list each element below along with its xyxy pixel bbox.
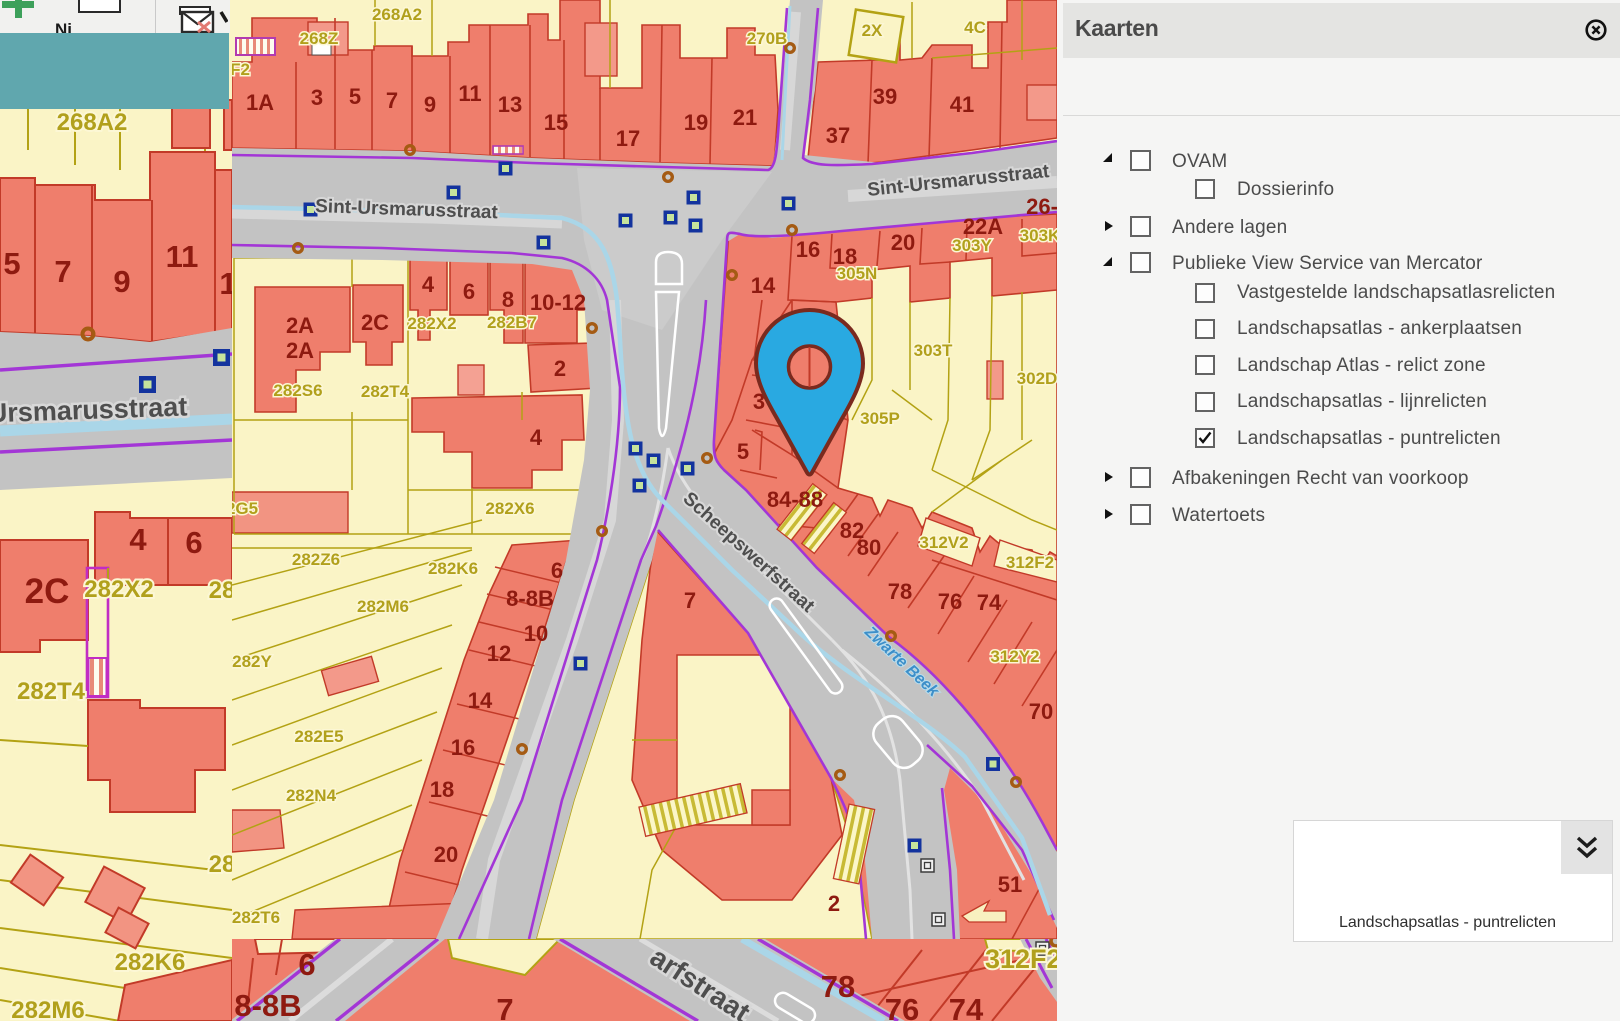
svg-text:282B7: 282B7	[487, 313, 537, 332]
svg-text:11: 11	[458, 81, 481, 106]
svg-text:6: 6	[185, 525, 202, 560]
svg-text:303Y: 303Y	[952, 236, 992, 255]
svg-text:305N: 305N	[837, 264, 878, 283]
svg-text:282K6: 282K6	[428, 559, 478, 578]
svg-text:76: 76	[885, 992, 919, 1021]
svg-text:2A: 2A	[286, 338, 314, 363]
svg-text:7: 7	[684, 588, 696, 613]
svg-text:28: 28	[209, 851, 232, 878]
svg-text:39: 39	[873, 84, 897, 109]
svg-text:6: 6	[298, 947, 315, 982]
svg-text:312Y2: 312Y2	[990, 647, 1039, 666]
svg-text:7: 7	[496, 992, 513, 1021]
svg-text:12: 12	[487, 641, 511, 666]
svg-text:282Z6: 282Z6	[292, 550, 340, 569]
svg-text:76: 76	[938, 589, 962, 614]
svg-text:5: 5	[3, 246, 20, 281]
svg-text:80: 80	[857, 535, 881, 560]
svg-text:282X2: 282X2	[407, 314, 456, 333]
svg-text:17: 17	[616, 126, 640, 151]
svg-text:268Z: 268Z	[300, 29, 339, 48]
svg-text:19: 19	[684, 110, 708, 135]
svg-text:303T: 303T	[914, 341, 953, 360]
svg-text:305P: 305P	[860, 409, 900, 428]
svg-text:3: 3	[311, 85, 323, 110]
svg-text:312F2: 312F2	[985, 944, 1057, 974]
svg-text:302D: 302D	[1017, 369, 1057, 388]
svg-text:4: 4	[422, 272, 435, 297]
svg-text:1: 1	[219, 266, 232, 301]
svg-text:8: 8	[502, 287, 514, 312]
svg-text:78: 78	[888, 579, 912, 604]
svg-text:14: 14	[468, 688, 493, 713]
svg-text:4: 4	[129, 522, 147, 557]
svg-text:2X: 2X	[862, 21, 883, 40]
svg-text:282Y: 282Y	[232, 652, 272, 671]
svg-text:28: 28	[209, 577, 232, 604]
svg-text:2C: 2C	[361, 310, 389, 335]
svg-text:10-12: 10-12	[530, 290, 586, 315]
svg-text:F2: F2	[232, 60, 250, 79]
svg-text:6: 6	[551, 558, 563, 583]
svg-text:18: 18	[430, 777, 454, 802]
svg-text:84-88: 84-88	[767, 487, 823, 512]
svg-text:16: 16	[451, 735, 475, 760]
svg-text:11: 11	[166, 239, 199, 274]
svg-text:9: 9	[424, 92, 436, 117]
svg-text:282M6: 282M6	[11, 997, 84, 1021]
svg-text:312F2: 312F2	[1006, 553, 1054, 572]
svg-text:20: 20	[434, 842, 458, 867]
svg-text:10: 10	[524, 621, 548, 646]
svg-text:41: 41	[950, 92, 974, 117]
svg-text:2: 2	[554, 356, 566, 381]
svg-text:8-8B: 8-8B	[234, 988, 301, 1021]
svg-text:282S6: 282S6	[273, 381, 322, 400]
svg-text:51: 51	[998, 872, 1022, 897]
svg-text:26-: 26-	[1026, 194, 1057, 219]
svg-text:15: 15	[544, 110, 568, 135]
svg-text:303K: 303K	[1020, 226, 1057, 245]
svg-text:78: 78	[821, 969, 855, 1004]
svg-text:5: 5	[349, 84, 361, 109]
svg-text:312V2: 312V2	[919, 533, 968, 552]
svg-text:8-8B: 8-8B	[506, 586, 554, 611]
svg-text:14: 14	[751, 273, 776, 298]
svg-text:70: 70	[1029, 699, 1053, 724]
svg-text:6: 6	[463, 279, 475, 304]
svg-text:7: 7	[54, 254, 71, 289]
svg-text:268A2: 268A2	[57, 109, 128, 136]
svg-text:21: 21	[733, 105, 757, 130]
svg-text:282T4: 282T4	[17, 678, 86, 705]
svg-text:9: 9	[113, 264, 130, 299]
svg-text:282T4: 282T4	[361, 382, 410, 401]
svg-text:282T6: 282T6	[232, 908, 280, 927]
svg-text:282X2: 282X2	[84, 576, 153, 603]
svg-text:2: 2	[828, 891, 840, 916]
svg-text:4C: 4C	[964, 18, 986, 37]
svg-text:270B: 270B	[747, 29, 788, 48]
svg-text:13: 13	[498, 92, 522, 117]
svg-text:282E5: 282E5	[294, 727, 343, 746]
svg-text:282N4: 282N4	[286, 786, 337, 805]
svg-text:2G5: 2G5	[232, 499, 258, 518]
svg-text:4: 4	[530, 425, 543, 450]
svg-text:5: 5	[737, 439, 749, 464]
svg-text:74: 74	[949, 992, 984, 1021]
svg-text:16: 16	[796, 237, 820, 262]
svg-text:282K6: 282K6	[115, 949, 186, 976]
svg-text:1A: 1A	[246, 90, 274, 115]
svg-text:282M6: 282M6	[357, 597, 409, 616]
svg-text:2C: 2C	[25, 572, 70, 611]
svg-text:74: 74	[977, 590, 1002, 615]
svg-text:7: 7	[386, 88, 398, 113]
svg-text:20: 20	[891, 230, 915, 255]
svg-text:2A: 2A	[286, 313, 314, 338]
svg-text:268A2: 268A2	[372, 5, 422, 24]
svg-text:282X6: 282X6	[485, 499, 534, 518]
svg-text:37: 37	[826, 123, 850, 148]
